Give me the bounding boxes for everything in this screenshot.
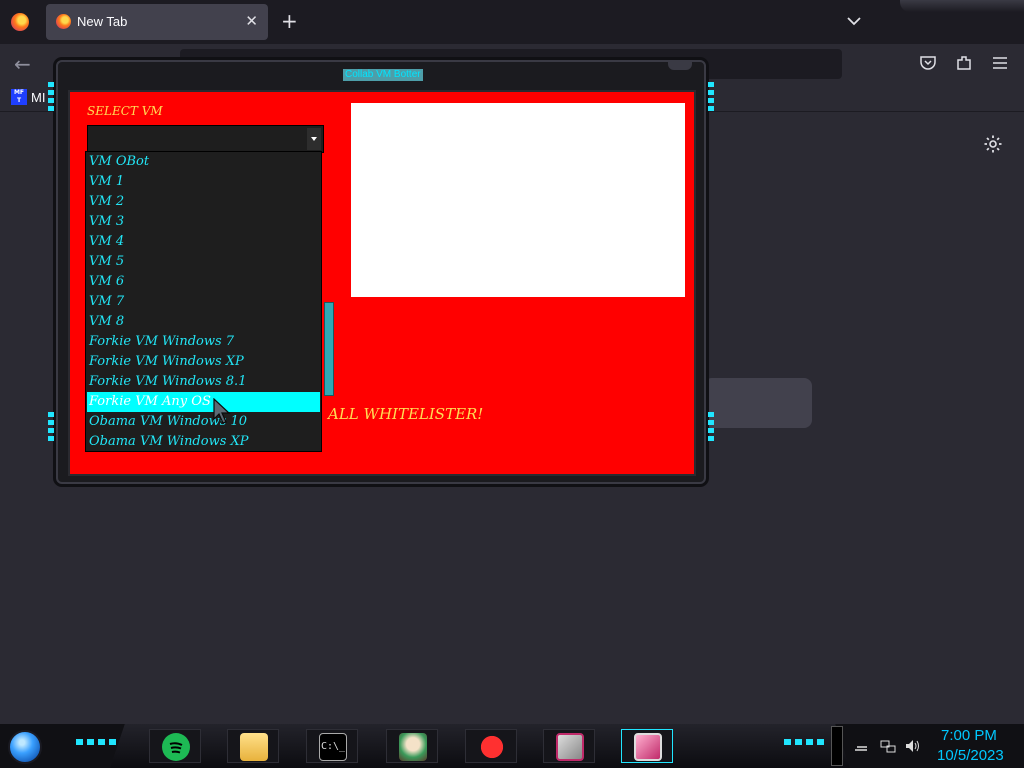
vm-option-highlighted[interactable]: Forkie VM Any OS	[87, 392, 320, 412]
file-explorer-icon	[240, 733, 268, 761]
taskbar-file-explorer[interactable]	[227, 729, 279, 763]
taskbar-monitor-app[interactable]	[543, 729, 595, 763]
browser-tab-bar: New Tab ✕ +	[0, 0, 1024, 44]
vm-option[interactable]: VM 4	[87, 232, 320, 252]
titlebar-notch-decoration	[668, 62, 692, 70]
taskbar-spotify[interactable]	[149, 729, 201, 763]
frame-light-decoration	[708, 412, 714, 442]
volume-icon[interactable]	[904, 738, 920, 754]
firefox-icon[interactable]	[11, 13, 29, 31]
vm-option[interactable]: VM OBot	[87, 152, 320, 172]
tab-title: New Tab	[77, 14, 128, 29]
network-icon[interactable]	[880, 738, 896, 754]
game-character-icon	[399, 733, 427, 761]
taskbar-light-decoration	[76, 739, 116, 745]
tray-expand-icon[interactable]	[853, 738, 869, 754]
app-title: Collab VM Botter	[343, 69, 423, 81]
vm-option[interactable]: VM 1	[87, 172, 320, 192]
mouse-cursor-icon	[213, 398, 231, 424]
firefox-favicon-icon	[56, 14, 71, 29]
window-corner-decoration	[900, 0, 1024, 12]
select-vm-label: SELECT VM	[87, 104, 163, 118]
vm-option[interactable]: VM 8	[87, 312, 320, 332]
clock-date[interactable]: 10/5/2023	[937, 747, 1004, 764]
start-button[interactable]	[8, 730, 42, 764]
vm-options-list: VM OBot VM 1 VM 2 VM 3 VM 4 VM 5 VM 6 VM…	[85, 151, 322, 452]
frame-light-decoration	[708, 82, 714, 112]
menu-icon[interactable]	[991, 54, 1009, 72]
monitor-icon	[556, 733, 584, 761]
tab-new-tab[interactable]: New Tab ✕	[46, 4, 268, 40]
pocket-icon[interactable]	[919, 54, 937, 72]
frame-light-decoration	[48, 412, 54, 442]
skull-image	[351, 103, 685, 297]
tab-list-chevron-icon[interactable]	[845, 12, 863, 30]
back-button[interactable]: ←	[14, 52, 31, 76]
new-tab-button[interactable]: +	[281, 9, 298, 33]
red-ball-icon	[478, 733, 506, 761]
vm-option[interactable]: VM 3	[87, 212, 320, 232]
taskbar-command-prompt[interactable]: C:\_	[306, 729, 358, 763]
vm-option[interactable]: VM 6	[87, 272, 320, 292]
vm-option[interactable]: Forkie VM Windows 7	[87, 332, 320, 352]
vm-select-dropdown[interactable]	[87, 125, 324, 153]
show-desktop-button[interactable]	[831, 726, 843, 766]
frame-light-decoration	[48, 82, 54, 112]
vm-option[interactable]: VM 5	[87, 252, 320, 272]
taskbar: C:\_ 7:00 PM 10/5/2023	[0, 724, 1024, 768]
vm-option[interactable]: Forkie VM Windows 8.1	[87, 372, 320, 392]
spotify-icon	[162, 733, 190, 761]
close-tab-icon[interactable]: ✕	[245, 12, 258, 30]
taskbar-game-app[interactable]	[386, 729, 438, 763]
settings-gear-icon[interactable]	[983, 134, 1003, 154]
new-tab-shortcut-card[interactable]	[704, 378, 812, 428]
whitelister-label: ALL WHITELISTER!	[328, 405, 484, 423]
taskbar-active-window[interactable]	[621, 729, 673, 763]
vm-option[interactable]: VM 7	[87, 292, 320, 312]
taskbar-red-app[interactable]	[465, 729, 517, 763]
command-prompt-icon: C:\_	[319, 733, 347, 761]
vm-option[interactable]: Forkie VM Windows XP	[87, 352, 320, 372]
vm-option[interactable]: Obama VM Windows 10	[87, 412, 320, 432]
scrollbar[interactable]	[324, 302, 334, 396]
taskbar-light-decoration	[784, 739, 824, 745]
dropdown-arrow-icon[interactable]	[307, 128, 321, 150]
bookmark-item[interactable]: MI	[31, 90, 45, 105]
extensions-icon[interactable]	[955, 54, 973, 72]
clock-time[interactable]: 7:00 PM	[941, 727, 997, 744]
bookmark-favicon-icon: MF T	[11, 89, 27, 105]
vm-option[interactable]: Obama VM Windows XP	[87, 432, 320, 452]
active-window-icon	[634, 733, 662, 761]
vm-option[interactable]: VM 2	[87, 192, 320, 212]
